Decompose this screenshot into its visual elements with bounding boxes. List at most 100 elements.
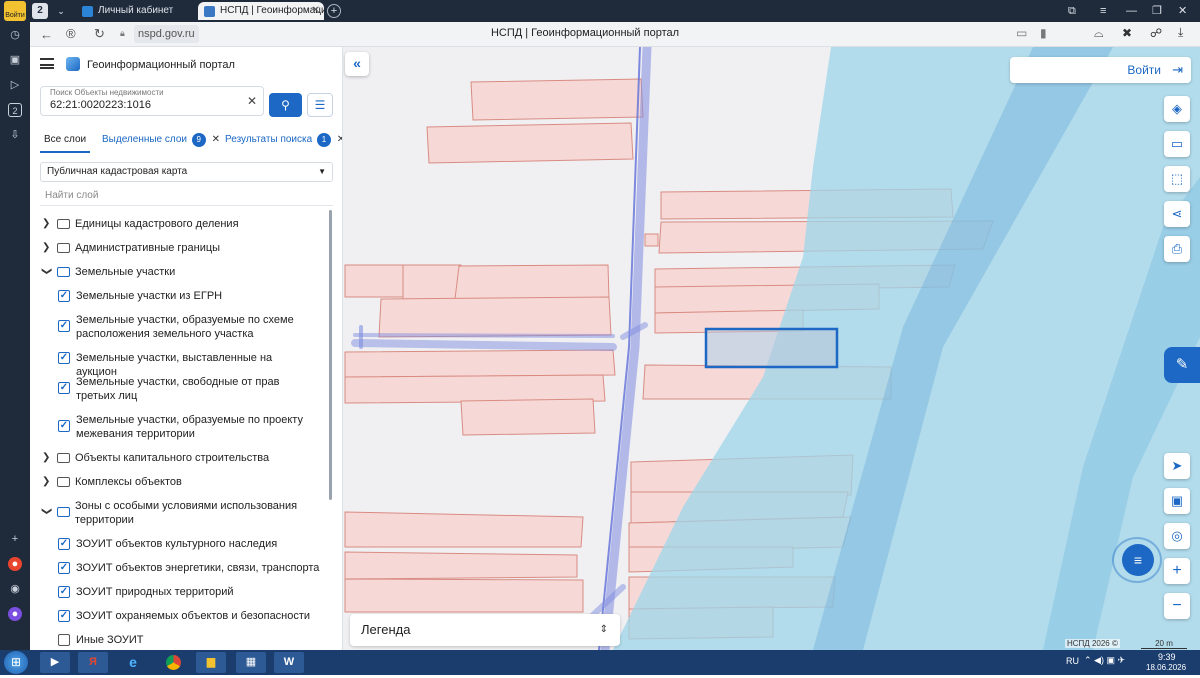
map-canvas[interactable]: « Войти ⇥ Легенда ⇕ НСПД 2026 © 20 m [343, 47, 1200, 650]
extension-icon[interactable]: ✖ [1122, 26, 1132, 40]
close-tab-icon[interactable]: ✕ [212, 134, 220, 145]
clock-date[interactable]: 18.06.2026 [1146, 663, 1186, 672]
add-panel-icon[interactable]: + [8, 532, 22, 546]
tabs-dropdown-icon[interactable]: ⌄ [54, 3, 68, 19]
layers-tool-button[interactable]: ◈ [1164, 96, 1190, 122]
minimize-icon[interactable]: — [1126, 3, 1137, 19]
reader-icon[interactable]: ▭ [1016, 26, 1027, 40]
geolocate-tool-button[interactable]: ➤ [1164, 453, 1190, 479]
yandex-app-icon[interactable]: ● [8, 557, 22, 571]
chevron-right-icon[interactable]: ❯ [42, 451, 52, 465]
back-icon[interactable]: ← [40, 27, 53, 42]
chevron-right-icon[interactable]: ❯ [42, 241, 52, 255]
login-badge[interactable]: Войти [4, 1, 26, 21]
tab-personal-account[interactable]: Личный кабинет [76, 2, 194, 20]
zoom-in-button[interactable]: + [1164, 558, 1190, 584]
tab-counter[interactable]: 2 [32, 3, 48, 19]
sidebar-scrollbar[interactable] [329, 210, 332, 500]
ie-icon[interactable]: e [118, 652, 148, 673]
tab-all-layers[interactable]: Все слои [40, 133, 91, 153]
checkbox-checked[interactable]: ✓ [58, 610, 70, 622]
extension-icon[interactable]: ☍ [1150, 26, 1162, 40]
url-text[interactable]: nspd.gov.ru [134, 25, 199, 43]
search-button[interactable]: ⚲ [269, 93, 302, 117]
video-icon[interactable]: ▷ [8, 78, 22, 92]
checkbox-checked[interactable]: ✓ [58, 290, 70, 302]
scale-bar: 20 m [1141, 639, 1187, 649]
checkbox-unchecked[interactable] [58, 634, 70, 646]
maximize-icon[interactable]: ❐ [1152, 3, 1162, 19]
hamburger-menu-icon[interactable] [40, 58, 54, 69]
chevron-down-icon[interactable]: ❯ [39, 507, 53, 517]
reload-icon[interactable]: ↻ [94, 26, 105, 42]
search-input[interactable]: 62:21:0020223:1016 [50, 99, 151, 111]
minimap-tool-button[interactable]: ▣ [1164, 488, 1190, 514]
extension-icon[interactable]: ⌓ [1094, 26, 1104, 41]
tab-nspd[interactable]: НСПД | Геоинформаци ✕ [198, 2, 324, 20]
chevron-down-icon[interactable]: ❯ [39, 267, 53, 277]
protect-icon[interactable]: ® [66, 26, 76, 41]
tree-label: ЗОУИТ природных территорий [76, 586, 234, 598]
close-window-icon[interactable]: ✕ [1178, 3, 1187, 19]
double-chevron-left-icon: « [353, 55, 361, 71]
assistant-icon[interactable]: ● [8, 607, 22, 621]
print-tool-button[interactable]: ⎙ [1164, 236, 1190, 262]
download-icon[interactable]: ⤓ [1178, 25, 1183, 40]
feedback-widget-button[interactable]: ✎ [1164, 347, 1200, 383]
tab-label: НСПД | Геоинформаци [220, 5, 324, 16]
checkbox-checked[interactable]: ✓ [58, 562, 70, 574]
history-icon[interactable]: ◷ [8, 28, 22, 42]
collections-icon[interactable]: ▣ [8, 53, 22, 67]
alice-icon[interactable]: ◉ [8, 582, 22, 596]
zoom-out-button[interactable]: − [1164, 593, 1190, 619]
tray-icons[interactable]: ⌃ ◀︎) ▣ ✈ [1084, 655, 1125, 666]
chevron-right-icon[interactable]: ❯ [42, 217, 52, 231]
apps-icon[interactable]: ▦ [236, 652, 266, 673]
menu-icon[interactable]: ≡ [1100, 3, 1106, 19]
checkbox-checked[interactable]: ✓ [58, 420, 70, 432]
tab-search-results[interactable]: Результаты поиска 1 ✕ ▸ [225, 133, 342, 153]
find-layer-input[interactable]: Найти слой [40, 188, 333, 206]
map-type-select[interactable]: Публичная кадастровая карта ▼ [40, 162, 333, 182]
start-button[interactable]: ⊞ [4, 651, 28, 674]
new-tab-button[interactable]: + [327, 4, 341, 18]
close-tab-icon[interactable]: ✕ [312, 2, 320, 20]
chrome-icon[interactable] [158, 652, 188, 673]
tree-label: Комплексы объектов [75, 476, 182, 488]
scale-label: 20 m [1155, 639, 1173, 648]
clear-search-icon[interactable]: ✕ [247, 94, 257, 108]
location-tool-button[interactable]: ◎ [1164, 523, 1190, 549]
checkbox-checked[interactable]: ✓ [58, 538, 70, 550]
checkbox-checked[interactable]: ✓ [58, 586, 70, 598]
checkbox-checked[interactable]: ✓ [58, 382, 70, 394]
map-login-button[interactable]: Войти ⇥ [1010, 57, 1191, 83]
collapse-sidebar-button[interactable]: « [345, 52, 369, 76]
bookmark-icon[interactable]: ▮ [1040, 26, 1047, 40]
filter-button[interactable]: ☰ [307, 93, 333, 117]
search-field[interactable]: Поиск Объекты недвижимости 62:21:0020223… [40, 86, 264, 116]
expand-icon[interactable]: ⇕ [600, 614, 608, 646]
media-player-icon[interactable]: ▶ [40, 652, 70, 673]
explorer-icon[interactable]: ▆ [196, 652, 226, 673]
share-tool-button[interactable]: ⋖ [1164, 201, 1190, 227]
legend-panel[interactable]: Легенда ⇕ [350, 614, 620, 646]
downloads-icon[interactable]: ⇩ [8, 128, 22, 142]
browser-tab-bar: Войти 2 ⌄ Личный кабинет НСПД | Геоинфор… [0, 0, 1200, 22]
yandex-browser-icon[interactable]: Я [78, 652, 108, 673]
language-indicator[interactable]: RU [1066, 656, 1079, 666]
tab-selected-layers[interactable]: Выделенные слои 9 ✕ [102, 133, 220, 153]
sliders-icon: ☰ [314, 98, 326, 112]
checkbox-checked[interactable]: ✓ [58, 320, 70, 332]
checkbox-checked[interactable]: ✓ [58, 352, 70, 364]
bookmark-manager-icon[interactable]: ⧉ [1068, 3, 1076, 19]
clock-time[interactable]: 9:39 [1158, 652, 1176, 662]
tree-label: Земельные участки, образуемые по схеме р… [76, 314, 294, 340]
chat-assistant-button[interactable]: ≡ [1112, 537, 1162, 583]
attribution: НСПД 2026 © [1065, 639, 1120, 648]
word-icon[interactable]: W [274, 652, 304, 673]
counter-icon[interactable]: 2 [8, 103, 22, 117]
chevron-right-icon[interactable]: ❯ [42, 475, 52, 489]
map-svg [344, 47, 1200, 650]
measure-tool-button[interactable]: ▭ [1164, 131, 1190, 157]
select-area-tool-button[interactable]: ⬚ [1164, 166, 1190, 192]
